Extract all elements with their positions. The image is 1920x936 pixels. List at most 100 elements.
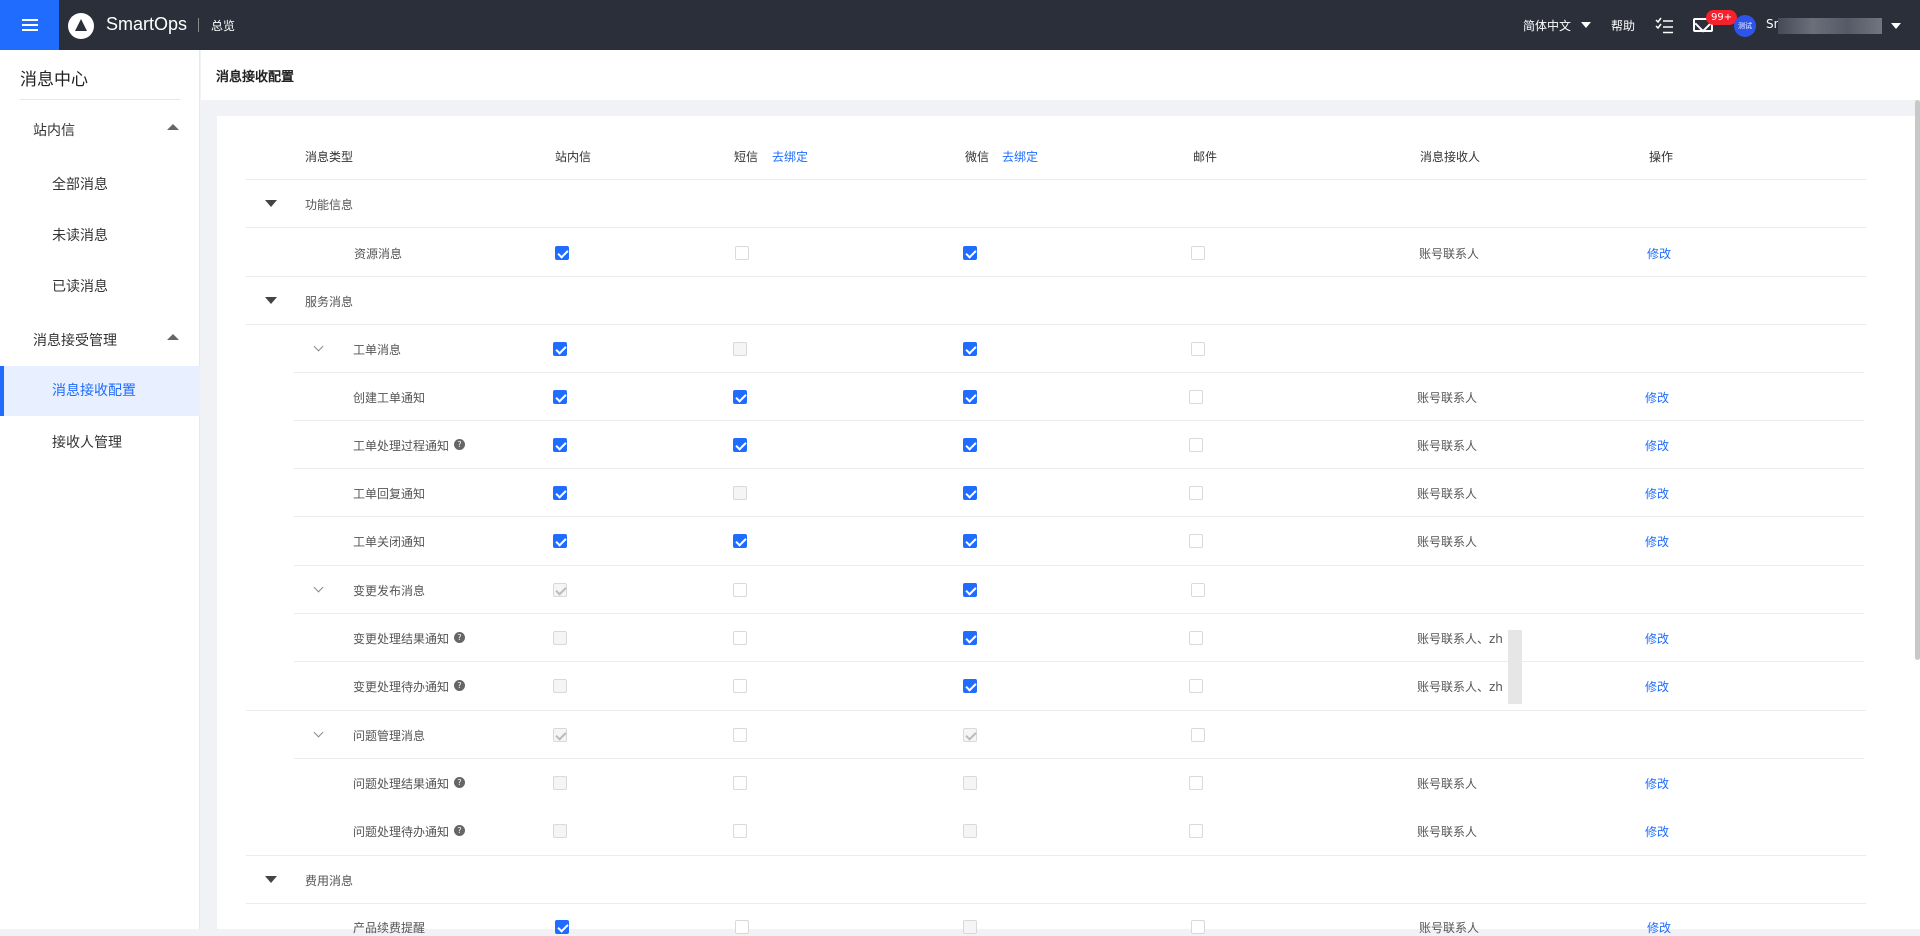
wechat-bind-link[interactable]: 去绑定 <box>1002 148 1038 165</box>
edit-link[interactable]: 修改 <box>1645 485 1669 502</box>
email-checkbox[interactable] <box>1191 728 1205 742</box>
sms-checkbox[interactable] <box>733 679 747 693</box>
category-label: 功能信息 <box>305 198 354 212</box>
edit-link[interactable]: 修改 <box>1645 389 1669 406</box>
wechat-checkbox <box>963 728 977 742</box>
caret-down-icon[interactable] <box>1581 22 1591 28</box>
sms-checkbox[interactable] <box>735 246 749 260</box>
sidebar-item-all-messages[interactable]: 全部消息 <box>0 160 200 210</box>
inbox-checkbox[interactable] <box>553 342 567 356</box>
wechat-checkbox[interactable] <box>963 342 977 356</box>
sms-checkbox[interactable] <box>733 776 747 790</box>
column-header-inbox: 站内信 <box>555 150 592 164</box>
edit-link[interactable]: 修改 <box>1645 775 1669 792</box>
divider <box>294 661 1864 662</box>
scrollbar[interactable] <box>1915 100 1920 660</box>
inbox-checkbox[interactable] <box>553 438 567 452</box>
sms-checkbox[interactable] <box>733 728 747 742</box>
config-card <box>217 116 1920 929</box>
email-checkbox[interactable] <box>1191 342 1205 356</box>
tasks-icon[interactable] <box>1655 17 1673 34</box>
edit-link[interactable]: 修改 <box>1647 919 1671 936</box>
sms-checkbox[interactable] <box>733 534 747 548</box>
sidebar-item-receiver-mgmt[interactable]: 接收人管理 <box>0 418 200 468</box>
column-header-wechat: 微信 <box>965 150 990 164</box>
column-header-sms: 短信 <box>734 150 759 164</box>
caret-up-icon[interactable] <box>167 124 179 130</box>
email-checkbox[interactable] <box>1189 390 1203 404</box>
email-checkbox[interactable] <box>1189 438 1203 452</box>
wechat-checkbox[interactable] <box>963 631 977 645</box>
sidebar-item-read[interactable]: 已读消息 <box>0 262 200 312</box>
email-checkbox[interactable] <box>1189 776 1203 790</box>
email-checkbox[interactable] <box>1189 486 1203 500</box>
email-checkbox[interactable] <box>1191 920 1205 934</box>
inbox-checkbox[interactable] <box>553 534 567 548</box>
row-label: 变更处理待办通知 <box>353 680 450 694</box>
row-label: 问题管理消息 <box>353 729 426 743</box>
inbox-checkbox[interactable] <box>555 920 569 934</box>
help-circle-icon[interactable]: ? <box>454 825 465 836</box>
inbox-checkbox <box>553 583 567 597</box>
wechat-checkbox[interactable] <box>963 246 977 260</box>
wechat-checkbox[interactable] <box>963 390 977 404</box>
sms-bind-link[interactable]: 去绑定 <box>772 148 808 165</box>
email-checkbox[interactable] <box>1189 824 1203 838</box>
expand-icon[interactable] <box>265 200 277 207</box>
top-bar: SmartOps 总览 简体中文 帮助 99+ 测试 Sn <box>0 0 1920 50</box>
wechat-checkbox[interactable] <box>963 583 977 597</box>
help-link[interactable]: 帮助 <box>1611 17 1635 34</box>
help-circle-icon[interactable]: ? <box>454 680 465 691</box>
edit-link[interactable]: 修改 <box>1645 823 1669 840</box>
receiver-text: 账号联系人 <box>1417 487 1478 501</box>
wechat-checkbox[interactable] <box>963 534 977 548</box>
expand-icon[interactable] <box>265 876 277 883</box>
sidebar-group-inbox[interactable]: 站内信 <box>33 120 75 140</box>
edit-link[interactable]: 修改 <box>1645 437 1669 454</box>
sms-checkbox[interactable] <box>733 631 747 645</box>
inbox-checkbox[interactable] <box>555 246 569 260</box>
avatar[interactable]: 测试 <box>1734 15 1756 37</box>
sidebar-item-receive-config[interactable]: 消息接收配置 <box>0 366 200 416</box>
edit-link[interactable]: 修改 <box>1645 630 1669 647</box>
email-checkbox[interactable] <box>1189 679 1203 693</box>
help-circle-icon[interactable]: ? <box>454 632 465 643</box>
inbox-checkbox[interactable] <box>553 486 567 500</box>
sms-checkbox[interactable] <box>733 438 747 452</box>
wechat-checkbox[interactable] <box>963 438 977 452</box>
sms-checkbox[interactable] <box>735 920 749 934</box>
receiver-text: 账号联系人 <box>1417 777 1478 791</box>
inbox-checkbox[interactable] <box>553 390 567 404</box>
email-checkbox[interactable] <box>1191 583 1205 597</box>
caret-up-icon[interactable] <box>167 334 179 340</box>
wechat-checkbox[interactable] <box>963 486 977 500</box>
overview-link[interactable]: 总览 <box>211 17 235 34</box>
menu-button[interactable] <box>0 0 59 50</box>
caret-down-icon[interactable] <box>1891 23 1901 29</box>
sidebar-item-unread[interactable]: 未读消息 <box>0 211 200 261</box>
help-circle-icon[interactable]: ? <box>454 777 465 788</box>
email-checkbox[interactable] <box>1191 246 1205 260</box>
edit-link[interactable]: 修改 <box>1645 533 1669 550</box>
sms-checkbox[interactable] <box>733 824 747 838</box>
email-checkbox[interactable] <box>1189 534 1203 548</box>
expand-icon[interactable] <box>265 297 277 304</box>
edit-link[interactable]: 修改 <box>1645 678 1669 695</box>
inbox-checkbox <box>553 631 567 645</box>
email-checkbox[interactable] <box>1189 631 1203 645</box>
divider <box>246 903 1866 904</box>
row-label: 产品续费提醒 <box>353 921 426 935</box>
logo-icon[interactable] <box>68 13 94 39</box>
sms-checkbox[interactable] <box>733 390 747 404</box>
sms-checkbox[interactable] <box>733 583 747 597</box>
edit-link[interactable]: 修改 <box>1647 245 1671 262</box>
wechat-checkbox[interactable] <box>963 679 977 693</box>
column-header-email: 邮件 <box>1193 150 1218 164</box>
language-select[interactable]: 简体中文 <box>1523 17 1571 34</box>
help-circle-icon[interactable]: ? <box>454 439 465 450</box>
brand-name[interactable]: SmartOps <box>106 14 187 35</box>
divider <box>294 613 1864 614</box>
inbox-checkbox <box>553 824 567 838</box>
sidebar: 消息中心 站内信 全部消息 未读消息 已读消息 消息接受管理 消息接收配置 接收… <box>0 50 200 929</box>
sidebar-group-receive-mgmt[interactable]: 消息接受管理 <box>33 330 117 350</box>
